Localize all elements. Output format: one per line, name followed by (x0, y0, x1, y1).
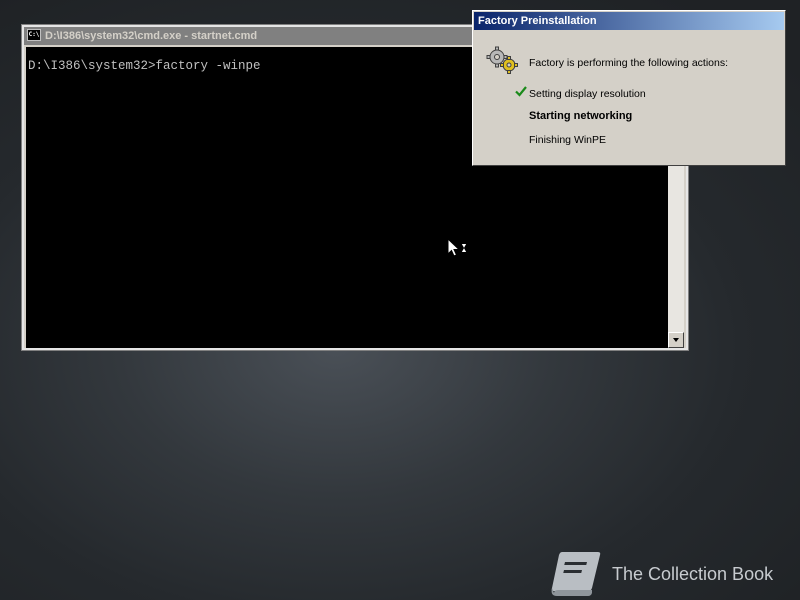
check-icon (515, 86, 527, 97)
scroll-down-arrow-icon[interactable] (668, 332, 684, 348)
factory-message: Factory is performing the following acti… (529, 57, 729, 69)
book-icon (551, 552, 601, 596)
console-title: D:\I386\system32\cmd.exe - startnet.cmd (45, 30, 258, 42)
step-starting-networking: Starting networking (529, 110, 633, 122)
watermark-text: The Collection Book (612, 564, 774, 584)
factory-dialog: Factory Preinstallation Factory is perfo… (472, 10, 786, 166)
factory-dialog-title[interactable]: Factory Preinstallation (474, 12, 784, 30)
step-setting-display-resolution: Setting display resolution (529, 88, 646, 100)
cmd-icon[interactable]: C:\ (27, 29, 41, 41)
step-finishing-winpe: Finishing WinPE (529, 134, 607, 146)
watermark: The Collection Book (548, 548, 788, 598)
busy-cursor-icon (447, 238, 469, 257)
gears-icon (486, 46, 518, 74)
console-prompt-line: D:\I386\system32>factory -winpe (28, 59, 261, 73)
